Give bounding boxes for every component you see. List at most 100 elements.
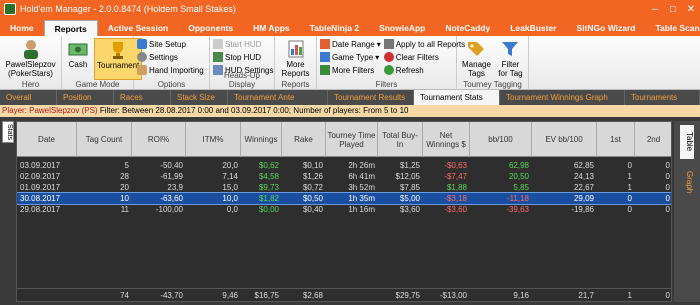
reports-group-label: Reports — [281, 80, 310, 89]
cell-itm: 7,14 — [222, 172, 238, 181]
cell-date: 30.08.2017 — [20, 194, 61, 203]
hero-label: PawelSlepzov (PokerStars) — [5, 60, 56, 78]
cell-tag-count: 28 — [120, 172, 129, 181]
cell-2nd: 0 — [665, 194, 670, 203]
table-row[interactable]: 01.09.2017 20 23,9 15,0 $9,73 $0,72 3h 52m $7,8… — [17, 182, 671, 193]
game-type-icon — [320, 52, 330, 62]
header-bb100[interactable]: bb/100 — [470, 122, 532, 157]
game-type-label: Game Type — [332, 52, 374, 62]
stats-table: Date Tag Count ROI% ITM% Winnings Rake T… — [16, 121, 672, 302]
cell-winnings: $0,00 — [258, 205, 279, 214]
cell-ev-bb100: 24,13 — [573, 172, 594, 181]
date-range-button[interactable]: Date Range ▾ — [320, 38, 381, 50]
table-row[interactable]: 02.09.2017 28 -61,99 7,14 $4,58 $1,26 6h 41m $1… — [17, 171, 671, 182]
cell-bb100: -11,18 — [506, 194, 529, 203]
minimize-icon[interactable]: – — [646, 4, 664, 15]
header-itm[interactable]: ITM% — [186, 122, 241, 157]
cell-ev-bb100: 62,85 — [573, 161, 594, 170]
header-ev-bb100[interactable]: EV bb/100 — [532, 122, 597, 157]
apply-all-reports-button[interactable]: Apply to all Reports — [383, 38, 465, 50]
side-tab-stats[interactable]: Stats — [2, 121, 14, 143]
header-2nd[interactable]: 2nd — [635, 122, 671, 157]
side-tab-table[interactable]: Table — [680, 125, 694, 159]
hero-selector-button[interactable]: PawelSlepzov (PokerStars) — [3, 38, 58, 80]
cash-icon — [68, 43, 88, 56]
window-title: Hold'em Manager - 2.0.0.8474 (Holdem Sma… — [20, 4, 236, 14]
table-row[interactable]: 29.08.2017 11 -100,00 0,0 $0,00 $0,40 1h 16m $3… — [17, 204, 671, 215]
tab-position[interactable]: Position — [57, 90, 114, 105]
header-roi[interactable]: ROI% — [132, 122, 186, 157]
hand-importing-button[interactable]: Hand Importing — [137, 64, 204, 76]
cell-tourney-time: 2h 26m — [348, 161, 375, 170]
cell-roi: -100,00 — [155, 205, 183, 214]
cell-ev-bb100: 22,67 — [573, 183, 594, 192]
header-date[interactable]: Date — [17, 122, 77, 157]
cell-rake: $1,26 — [302, 172, 323, 181]
tab-leakbuster[interactable]: LeakBuster — [500, 20, 566, 36]
clear-filters-button[interactable]: Clear Filters — [383, 51, 465, 63]
tab-tournaments[interactable]: Tournaments — [625, 90, 700, 105]
tab-notecaddy[interactable]: NoteCaddy — [435, 20, 500, 36]
cell-winnings: $4,58 — [258, 172, 279, 181]
header-winnings[interactable]: Winnings — [241, 122, 282, 157]
side-tab-graph[interactable]: Graph — [680, 165, 694, 199]
tab-reports[interactable]: Reports — [43, 20, 98, 36]
cell-tourney-time: 6h 41m — [348, 172, 375, 181]
table-row[interactable]: 30.08.2017 10 -63,60 10,0 $1,82 $0,50 1h 35m $5… — [17, 192, 671, 205]
tab-tournament-results[interactable]: Tournament Results — [328, 90, 414, 105]
site-setup-button[interactable]: Site Setup — [137, 38, 204, 50]
tab-hm-apps[interactable]: HM Apps — [243, 20, 300, 36]
hero-group-label: Hero — [21, 80, 40, 89]
more-reports-button[interactable]: More Reports — [278, 38, 313, 80]
cell-itm: 15,0 — [222, 183, 238, 192]
total-1st: 1 — [627, 291, 632, 300]
maximize-icon[interactable]: □ — [664, 4, 682, 15]
tab-tournament-stats[interactable]: Tournament Stats — [414, 90, 500, 105]
cash-button[interactable]: Cash — [65, 38, 91, 80]
tab-table-scanner[interactable]: Table Scanner 2 — [645, 20, 700, 36]
cell-net-winnings: $1,88 — [446, 183, 467, 192]
table-row[interactable]: 03.09.2017 5 -50,40 20,0 $0,62 $0,10 2h 26m $1,… — [17, 160, 671, 171]
manage-tags-button[interactable]: Manage Tags — [460, 38, 493, 80]
tourney-tagging-group: Manage Tags Filter for Tag Tourney Taggi… — [457, 36, 529, 90]
cell-itm: 20,0 — [222, 161, 238, 170]
tab-home[interactable]: Home — [0, 20, 44, 36]
settings-button[interactable]: Settings — [137, 51, 204, 63]
tab-tableninja[interactable]: TableNinja 2 — [300, 20, 369, 36]
start-hud-button[interactable]: Start HUD — [213, 38, 273, 50]
tab-opponents[interactable]: Opponents — [178, 20, 243, 36]
refresh-button[interactable]: Refresh — [383, 64, 465, 76]
game-type-button[interactable]: Game Type ▾ — [320, 51, 381, 63]
tab-tournament-ante[interactable]: Tournament Ante — [228, 90, 328, 105]
tab-sitngo-wizard[interactable]: SitNGo Wizard — [567, 20, 646, 36]
header-tourney-time[interactable]: Tourney Time Played — [326, 122, 378, 157]
header-rake[interactable]: Rake — [282, 122, 326, 157]
cell-date: 01.09.2017 — [20, 183, 61, 192]
close-icon[interactable]: ✕ — [682, 4, 700, 15]
ribbon: PawelSlepzov (PokerStars) Hero Cash Tour… — [0, 36, 700, 90]
cell-rake: $0,50 — [302, 194, 323, 203]
cell-date: 03.09.2017 — [20, 161, 61, 170]
header-total-buyin[interactable]: Total Buy-In — [378, 122, 423, 157]
more-filters-label: More Filters — [332, 65, 375, 75]
cell-total-buyin: $3,60 — [399, 205, 420, 214]
header-net-winnings[interactable]: Net Winnings $ — [423, 122, 470, 157]
tab-stack-size[interactable]: Stack Size — [171, 90, 228, 105]
header-tag-count[interactable]: Tag Count — [77, 122, 132, 157]
tab-active-session[interactable]: Active Session — [98, 20, 178, 36]
total-winnings: $16,75 — [254, 291, 279, 300]
stop-hud-button[interactable]: Stop HUD — [213, 51, 273, 63]
filter-for-tag-button[interactable]: Filter for Tag — [496, 38, 525, 80]
tab-tournament-winnings-graph[interactable]: Tournament Winnings Graph — [500, 90, 625, 105]
more-filters-button[interactable]: More Filters — [320, 64, 381, 76]
tab-races[interactable]: Races — [114, 90, 171, 105]
cell-net-winnings: -$3,60 — [444, 205, 467, 214]
filter-for-tag-label: Filter for Tag — [498, 60, 523, 78]
tab-overall[interactable]: Overall — [0, 90, 57, 105]
header-1st[interactable]: 1st — [597, 122, 635, 157]
cell-roi: -50,40 — [160, 161, 183, 170]
play-icon — [213, 39, 223, 49]
tab-snowieapp[interactable]: SnowieApp — [369, 20, 435, 36]
hud-group-label: Heads-Up Display — [223, 71, 260, 89]
site-setup-icon — [137, 39, 147, 49]
